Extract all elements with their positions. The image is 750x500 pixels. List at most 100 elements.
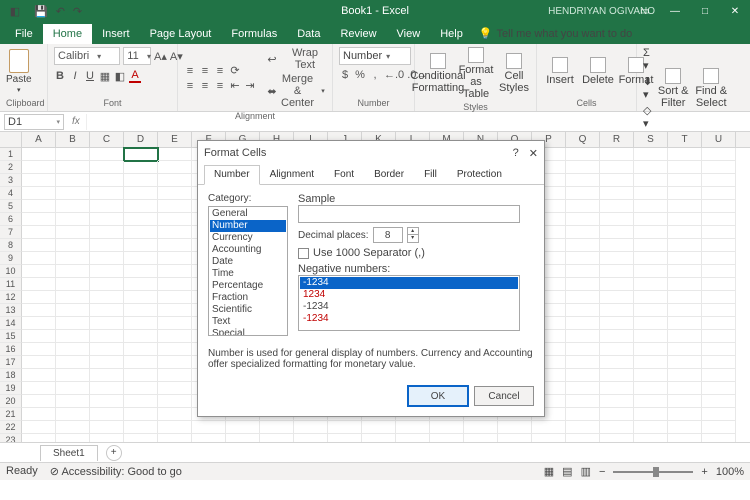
cell[interactable] <box>158 304 192 317</box>
align-top-icon[interactable]: ≡ <box>184 65 196 77</box>
tab-home[interactable]: Home <box>43 24 92 44</box>
delete-cells-button[interactable]: Delete <box>581 57 615 86</box>
cell[interactable] <box>90 434 124 442</box>
cell[interactable] <box>22 187 56 200</box>
cell[interactable] <box>668 148 702 161</box>
cell[interactable] <box>56 421 90 434</box>
tab-file[interactable]: File <box>5 24 43 44</box>
wrap-text-button[interactable]: ↩Wrap Text <box>266 47 329 71</box>
cell[interactable] <box>158 174 192 187</box>
indent-dec-icon[interactable]: ⇤ <box>229 79 241 92</box>
cell[interactable] <box>124 434 158 442</box>
cell[interactable] <box>22 291 56 304</box>
cell[interactable] <box>702 161 736 174</box>
category-item[interactable]: Scientific <box>210 304 286 316</box>
cell[interactable] <box>124 265 158 278</box>
tab-insert[interactable]: Insert <box>92 24 140 44</box>
cell[interactable] <box>22 395 56 408</box>
tab-review[interactable]: Review <box>330 24 386 44</box>
cell[interactable] <box>124 200 158 213</box>
cell[interactable] <box>396 421 430 434</box>
cell[interactable] <box>600 239 634 252</box>
cell[interactable] <box>702 330 736 343</box>
cell[interactable] <box>702 200 736 213</box>
cell[interactable] <box>702 278 736 291</box>
cell[interactable] <box>600 278 634 291</box>
cell[interactable] <box>498 421 532 434</box>
category-item[interactable]: Text <box>210 316 286 328</box>
format-as-table-button[interactable]: Format as Table <box>459 47 493 100</box>
cell[interactable] <box>56 434 90 442</box>
decimal-places-input[interactable] <box>373 227 403 243</box>
zoom-value[interactable]: 100% <box>716 466 744 478</box>
cell[interactable] <box>22 226 56 239</box>
cell[interactable] <box>600 200 634 213</box>
cell[interactable] <box>56 317 90 330</box>
cell[interactable] <box>158 226 192 239</box>
cell[interactable] <box>56 226 90 239</box>
cell[interactable] <box>634 226 668 239</box>
row-header[interactable]: 15 <box>0 330 22 343</box>
cell[interactable] <box>56 174 90 187</box>
row-header[interactable]: 4 <box>0 187 22 200</box>
cell[interactable] <box>158 239 192 252</box>
currency-icon[interactable]: $ <box>339 69 351 81</box>
cell[interactable] <box>702 421 736 434</box>
row-header[interactable]: 22 <box>0 421 22 434</box>
cell[interactable] <box>702 265 736 278</box>
dialog-tab-font[interactable]: Font <box>324 165 364 184</box>
conditional-formatting-button[interactable]: Conditional Formatting <box>421 53 455 94</box>
cell[interactable] <box>600 265 634 278</box>
cell[interactable] <box>90 304 124 317</box>
cell[interactable] <box>634 265 668 278</box>
cell[interactable] <box>702 187 736 200</box>
tell-me[interactable]: 💡Tell me what you want to do <box>473 23 638 44</box>
col-header[interactable]: S <box>634 132 668 147</box>
negative-option[interactable]: -1234 <box>300 301 518 313</box>
font-name-combo[interactable]: Calibri▾ <box>54 47 120 65</box>
category-item[interactable]: Fraction <box>210 292 286 304</box>
status-accessibility[interactable]: ⊘ Accessibility: Good to go <box>50 465 182 478</box>
view-page-icon[interactable]: ▤ <box>562 465 572 478</box>
zoom-thumb[interactable] <box>653 467 659 477</box>
category-item[interactable]: Special <box>210 328 286 336</box>
find-select-button[interactable]: Find & Select <box>694 68 728 109</box>
cell[interactable] <box>668 330 702 343</box>
cell[interactable] <box>124 304 158 317</box>
cell[interactable] <box>566 187 600 200</box>
cell[interactable] <box>634 278 668 291</box>
category-item[interactable]: Percentage <box>210 280 286 292</box>
cell[interactable] <box>634 187 668 200</box>
fill-color-button[interactable]: ◧ <box>114 70 126 83</box>
cell[interactable] <box>668 239 702 252</box>
cell[interactable] <box>90 356 124 369</box>
cell[interactable] <box>90 161 124 174</box>
cell[interactable] <box>22 213 56 226</box>
cell[interactable] <box>22 252 56 265</box>
cell[interactable] <box>22 200 56 213</box>
border-button[interactable]: ▦ <box>99 70 111 83</box>
cell[interactable] <box>22 239 56 252</box>
cell[interactable] <box>124 395 158 408</box>
cell[interactable] <box>600 174 634 187</box>
cell[interactable] <box>124 187 158 200</box>
cell[interactable] <box>56 304 90 317</box>
cell[interactable] <box>634 434 668 442</box>
cell[interactable] <box>260 421 294 434</box>
cell[interactable] <box>56 200 90 213</box>
cell[interactable] <box>226 421 260 434</box>
cell[interactable] <box>634 395 668 408</box>
cell[interactable] <box>90 421 124 434</box>
cell[interactable] <box>22 174 56 187</box>
cell[interactable] <box>634 148 668 161</box>
row-header[interactable]: 9 <box>0 252 22 265</box>
bold-button[interactable]: B <box>54 70 66 82</box>
cell[interactable] <box>566 369 600 382</box>
inc-dec-icon[interactable]: ←.0 <box>384 69 404 81</box>
cell[interactable] <box>566 382 600 395</box>
cell[interactable] <box>600 226 634 239</box>
cell[interactable] <box>498 434 532 442</box>
cell[interactable] <box>566 317 600 330</box>
cell[interactable] <box>22 382 56 395</box>
cell[interactable] <box>600 187 634 200</box>
